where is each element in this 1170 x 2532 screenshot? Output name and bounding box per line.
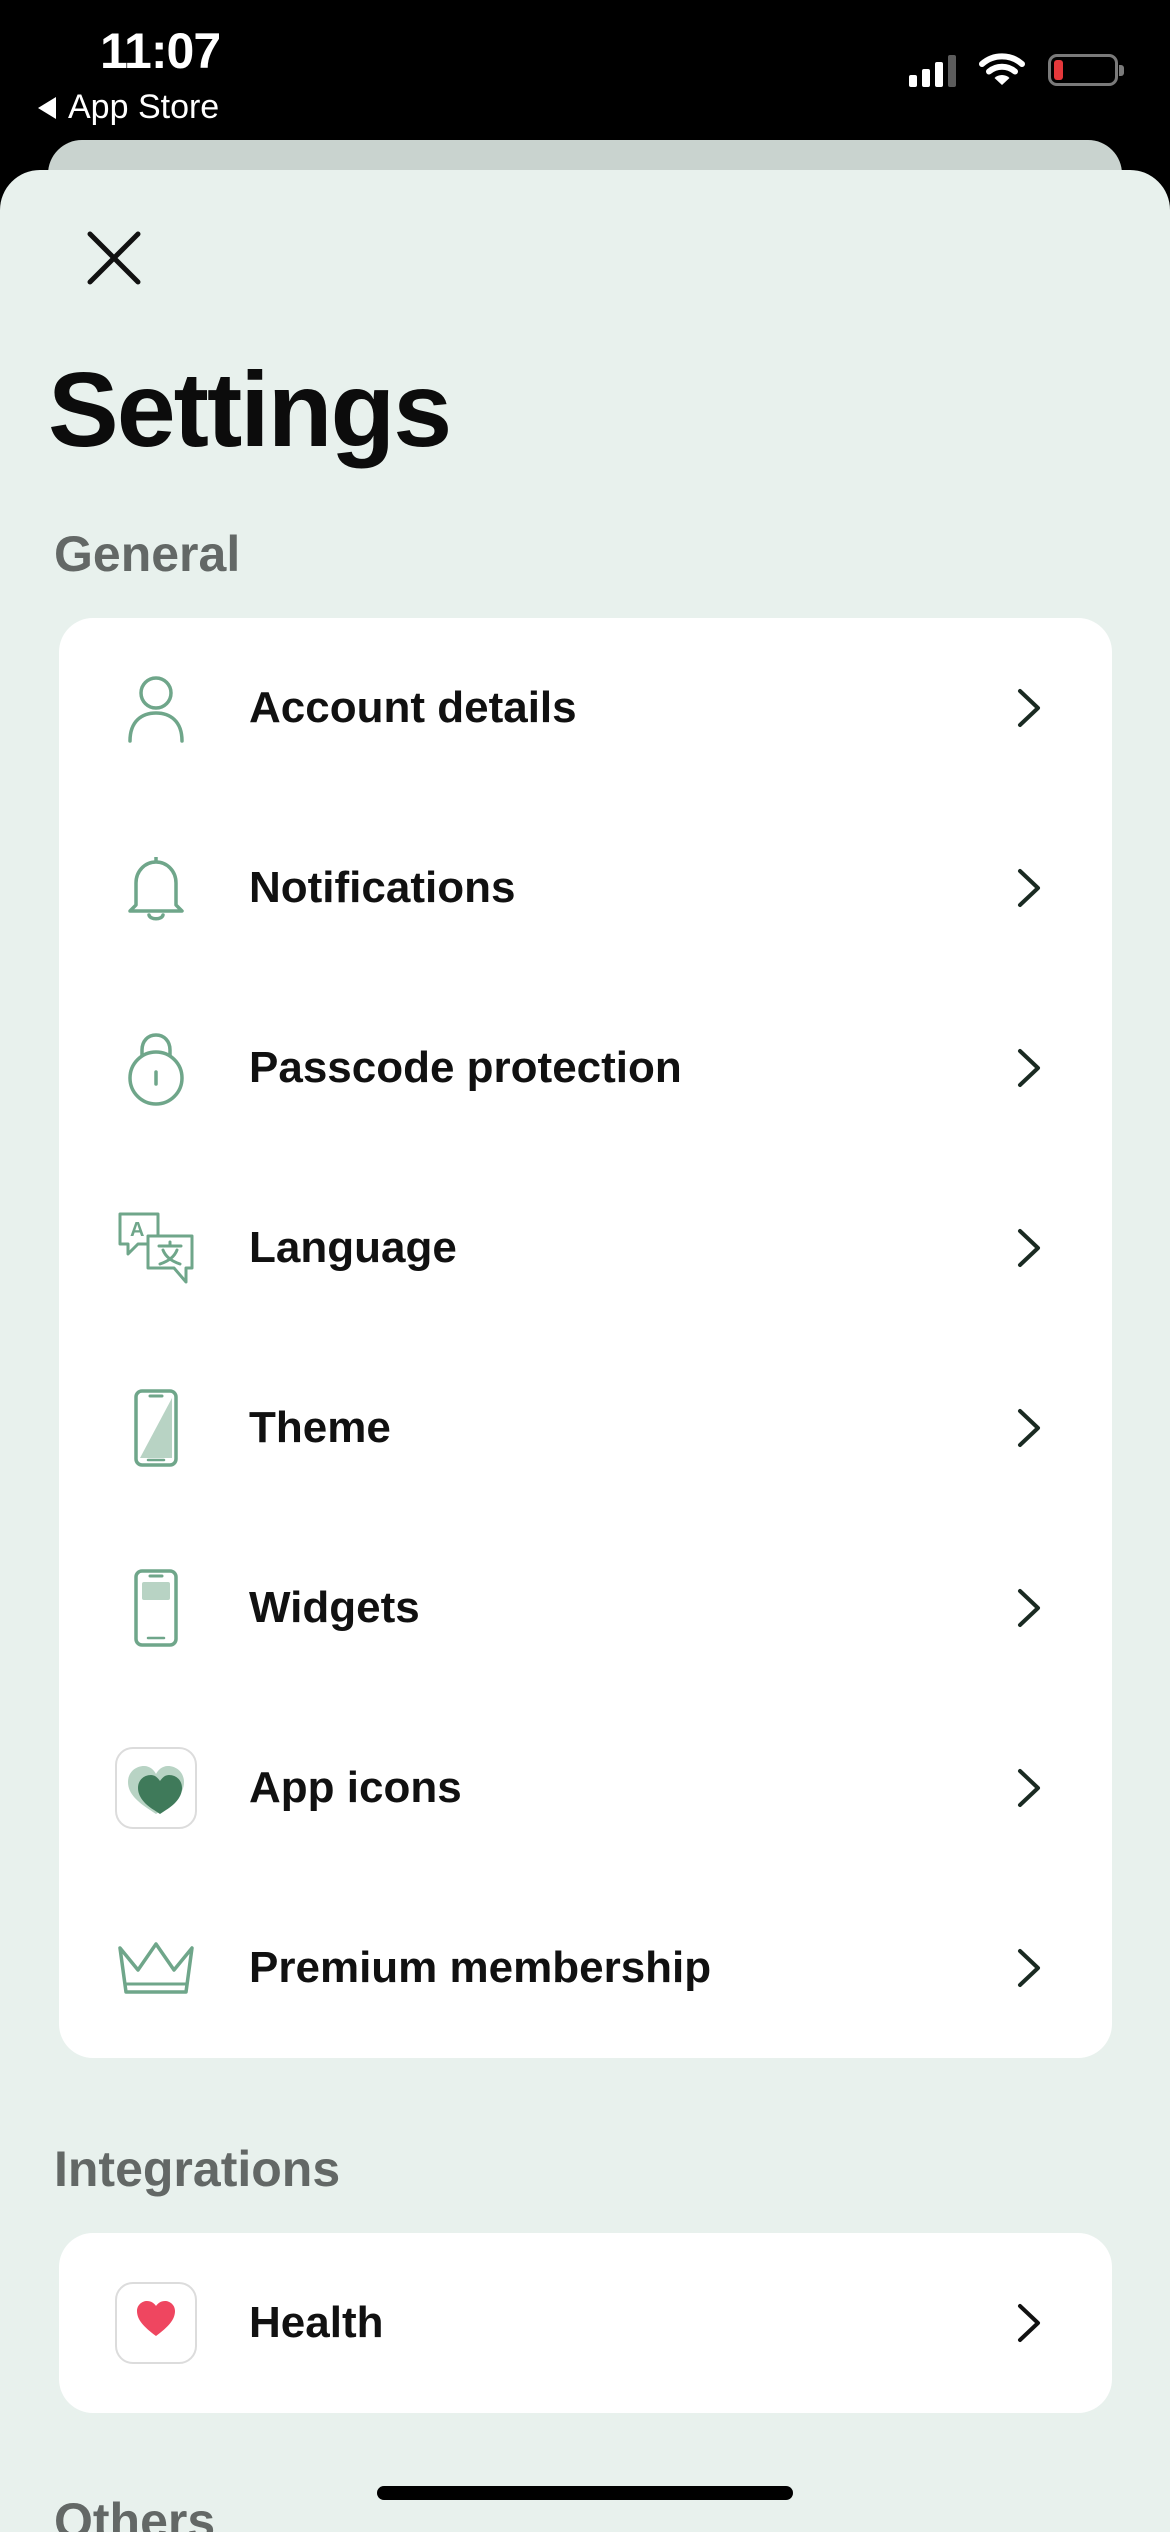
home-indicator[interactable]	[377, 2486, 793, 2500]
settings-item-label: Premium membership	[249, 1943, 712, 1992]
translate-icon: A	[113, 1205, 199, 1291]
chevron-right-icon	[1018, 1769, 1040, 1807]
back-arrow-icon	[38, 96, 56, 119]
wifi-icon	[979, 53, 1025, 85]
person-icon	[113, 665, 199, 751]
section-header-integrations: Integrations	[54, 2141, 341, 2197]
settings-item-passcode-protection[interactable]: Passcode protection	[59, 978, 1112, 1158]
section-header-general: General	[54, 526, 241, 582]
chevron-right-icon	[1018, 1949, 1040, 1987]
settings-item-label: App icons	[249, 1763, 462, 1812]
chevron-right-icon	[1018, 1049, 1040, 1087]
settings-item-account-details[interactable]: Account details	[59, 618, 1112, 798]
chevron-right-icon	[1018, 689, 1040, 727]
cellular-signal-icon	[909, 53, 956, 87]
settings-item-notifications[interactable]: Notifications	[59, 798, 1112, 978]
settings-item-label: Theme	[249, 1403, 391, 1452]
settings-sheet: Settings General Account details Notific…	[0, 170, 1170, 2532]
settings-item-label: Language	[249, 1223, 457, 1272]
settings-item-label: Notifications	[249, 863, 516, 912]
bell-icon	[113, 845, 199, 931]
integrations-card: Health	[59, 2233, 1112, 2413]
svg-text:A: A	[130, 1219, 144, 1241]
chevron-right-icon	[1018, 1229, 1040, 1267]
chevron-right-icon	[1018, 1589, 1040, 1627]
settings-item-theme[interactable]: Theme	[59, 1338, 1112, 1518]
health-heart-icon	[113, 2280, 199, 2366]
crown-icon	[113, 1925, 199, 2011]
battery-icon	[1048, 54, 1124, 86]
lock-icon	[113, 1025, 199, 1111]
settings-item-health[interactable]: Health	[59, 2233, 1112, 2413]
page-title: Settings	[48, 351, 452, 469]
settings-item-label: Health	[249, 2298, 384, 2347]
chevron-right-icon	[1018, 2304, 1040, 2342]
chevron-right-icon	[1018, 869, 1040, 907]
settings-item-label: Account details	[249, 683, 577, 732]
settings-item-premium-membership[interactable]: Premium membership	[59, 1878, 1112, 2058]
status-indicators	[909, 52, 1124, 88]
back-app-label: App Store	[68, 88, 220, 126]
section-header-others: Others	[54, 2493, 216, 2532]
app-icon-tile	[113, 1745, 199, 1831]
settings-item-widgets[interactable]: Widgets	[59, 1518, 1112, 1698]
settings-item-label: Widgets	[249, 1583, 420, 1632]
settings-item-language[interactable]: A Language	[59, 1158, 1112, 1338]
general-settings-card: Account details Notifications Passcode p…	[59, 618, 1112, 2058]
settings-item-label: Passcode protection	[249, 1043, 682, 1092]
phone-widget-icon	[113, 1565, 199, 1651]
status-time: 11:07	[100, 23, 221, 79]
settings-item-app-icons[interactable]: App icons	[59, 1698, 1112, 1878]
back-to-app-store-button[interactable]: App Store	[38, 88, 219, 127]
phone-theme-icon	[113, 1385, 199, 1471]
chevron-right-icon	[1018, 1409, 1040, 1447]
close-icon[interactable]	[78, 222, 150, 294]
